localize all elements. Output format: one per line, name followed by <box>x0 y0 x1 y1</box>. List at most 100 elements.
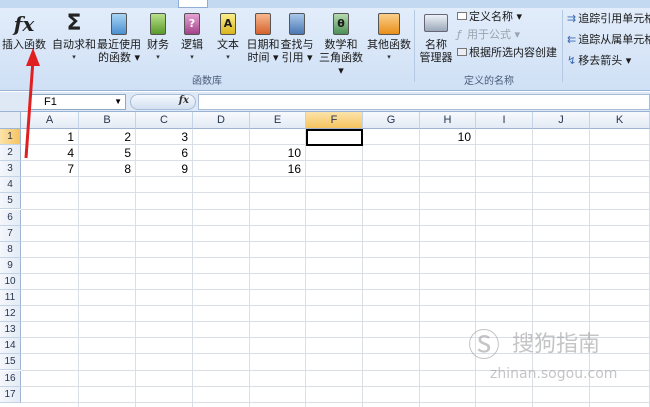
more-functions-button[interactable]: 其他函数 ▾ <box>366 10 412 64</box>
cell-a3[interactable]: 7 <box>21 161 79 177</box>
formula-input[interactable] <box>198 94 650 110</box>
formula-bar: F1 ▼ fx <box>0 92 650 112</box>
column-header-k[interactable]: K <box>590 112 650 129</box>
gridline <box>362 129 363 407</box>
column-header-g[interactable]: G <box>363 112 420 129</box>
cell-c3[interactable]: 9 <box>136 161 193 177</box>
recently-used-label2: 的函数 ▾ <box>97 51 141 64</box>
column-header-a[interactable]: A <box>21 112 79 129</box>
insert-function-pill[interactable]: fx <box>130 94 196 110</box>
gridline <box>21 256 650 258</box>
chevron-down-icon[interactable]: ▼ <box>114 95 122 109</box>
column-header-b[interactable]: B <box>79 112 136 129</box>
date-time-label2: 时间 ▾ <box>247 51 279 64</box>
row-header-15[interactable]: 15 <box>0 354 21 371</box>
cell-a1[interactable]: 1 <box>21 129 79 145</box>
question-book-icon: ? <box>184 13 200 35</box>
column-header-c[interactable]: C <box>136 112 193 129</box>
recently-used-button[interactable]: 最近使用 的函数 ▾ <box>97 10 141 64</box>
fx-small-icon: ƒ <box>457 28 461 41</box>
group-label-defined-names: 定义的名称 <box>464 76 514 87</box>
lookup-reference-button[interactable]: 查找与 引用 ▾ <box>280 10 314 64</box>
row-header-14[interactable]: 14 <box>0 338 21 355</box>
stacked-books-icon <box>378 13 400 35</box>
row-header-8[interactable]: 8 <box>0 241 21 258</box>
tab-formulas[interactable] <box>178 0 208 8</box>
gridline <box>21 385 650 387</box>
watermark-text: 搜狗指南 <box>512 332 601 357</box>
gridline <box>21 289 650 290</box>
row-header-11[interactable]: 11 <box>0 290 21 307</box>
autosum-caret: ▾ <box>72 53 76 61</box>
active-cell-f1[interactable] <box>306 129 363 146</box>
gridline <box>21 240 650 242</box>
fx-icon: fx <box>178 95 189 106</box>
column-header-h[interactable]: H <box>420 112 476 129</box>
row-header-12[interactable]: 12 <box>0 306 21 323</box>
trace-dependents-button[interactable]: ⇇ 追踪从属单元格 <box>567 33 650 46</box>
gridline <box>21 224 650 226</box>
more-functions-caret: ▾ <box>387 53 391 61</box>
fx-icon: fx <box>13 12 35 36</box>
create-from-selection-button[interactable]: 根据所选内容创建 <box>457 46 557 59</box>
cell-c2[interactable]: 6 <box>136 145 193 161</box>
gridline <box>21 305 650 307</box>
financial-label: 财务 <box>147 38 169 51</box>
name-box[interactable]: F1 ▼ <box>30 94 126 110</box>
watermark-url: zhinan.sogou.com <box>490 366 618 382</box>
financial-caret: ▾ <box>156 53 160 61</box>
text-button[interactable]: A 文本 ▾ <box>214 10 242 64</box>
column-header-e[interactable]: E <box>250 112 306 129</box>
gridline <box>21 401 650 403</box>
row-header-10[interactable]: 10 <box>0 273 21 290</box>
row-header-13[interactable]: 13 <box>0 322 21 339</box>
financial-button[interactable]: 财务 ▾ <box>144 10 172 64</box>
row-header-3[interactable]: 3 <box>0 161 21 178</box>
math-trig-label: 数学和 <box>324 38 358 51</box>
row-header-16[interactable]: 16 <box>0 370 21 387</box>
name-manager-button[interactable]: 名称 管理器 <box>418 10 454 64</box>
row-header-4[interactable]: 4 <box>0 177 21 194</box>
more-functions-label: 其他函数 <box>367 38 411 51</box>
column-header-d[interactable]: D <box>193 112 250 129</box>
use-in-formula-button[interactable]: ƒ 用于公式 ▾ <box>457 28 520 41</box>
math-trig-button[interactable]: θ 数学和 三角函数 ▾ <box>318 10 364 77</box>
define-name-button[interactable]: 定义名称 ▾ <box>457 10 522 23</box>
name-box-value: F1 <box>44 96 57 108</box>
row-header-7[interactable]: 7 <box>0 225 21 242</box>
remove-arrows-button[interactable]: ↯ 移去箭头 ▾ <box>567 54 631 67</box>
recently-used-label: 最近使用 <box>97 38 141 51</box>
row-header-2[interactable]: 2 <box>0 145 21 162</box>
cell-b2[interactable]: 5 <box>79 145 136 161</box>
logical-caret: ▾ <box>190 53 194 61</box>
cell-h1[interactable]: 10 <box>420 129 476 145</box>
gridline <box>21 208 650 210</box>
trace-precedents-button[interactable]: ⇉ 追踪引用单元格 <box>567 12 650 25</box>
logical-button[interactable]: ? 逻辑 ▾ <box>178 10 206 64</box>
column-header-i[interactable]: I <box>476 112 533 129</box>
row-header-9[interactable]: 9 <box>0 257 21 274</box>
column-header-f[interactable]: F <box>306 112 363 129</box>
row-header-6[interactable]: 6 <box>0 209 21 226</box>
group-label-function-library: 函数库 <box>192 76 222 87</box>
lookup-reference-label: 查找与 <box>280 38 314 51</box>
cell-e3[interactable]: 16 <box>250 161 306 177</box>
cell-b3[interactable]: 8 <box>79 161 136 177</box>
cell-b1[interactable]: 2 <box>79 129 136 145</box>
date-time-button[interactable]: 日期和 时间 ▾ <box>246 10 280 64</box>
lookup-reference-label2: 引用 ▾ <box>281 51 313 64</box>
autosum-label: 自动求和 <box>52 38 96 51</box>
name-manager-label2: 管理器 <box>419 51 453 64</box>
cell-e2[interactable]: 10 <box>250 145 306 161</box>
text-book-icon: A <box>220 13 236 35</box>
gridline <box>21 272 650 274</box>
row-header-1[interactable]: 1 <box>0 129 21 146</box>
autosum-button[interactable]: Σ 自动求和 ▾ <box>52 10 96 64</box>
row-header-17[interactable]: 17 <box>0 386 21 403</box>
cell-a2[interactable]: 4 <box>21 145 79 161</box>
insert-function-button[interactable]: fx 插入函数 <box>1 10 47 51</box>
column-header-j[interactable]: J <box>533 112 590 129</box>
row-header-5[interactable]: 5 <box>0 193 21 210</box>
cell-c1[interactable]: 3 <box>136 129 193 145</box>
select-all-corner[interactable] <box>0 112 21 129</box>
